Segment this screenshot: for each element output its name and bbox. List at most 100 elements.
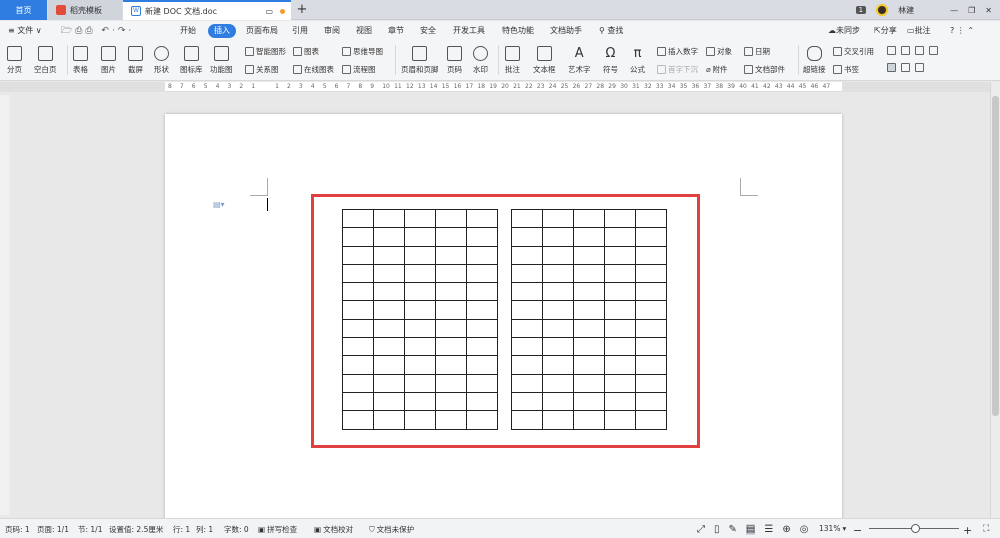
table-cell[interactable] [466, 391, 498, 412]
menu-doc-assistant[interactable]: 文档助手 [550, 24, 582, 38]
table-cell[interactable] [466, 300, 498, 320]
table-cell[interactable] [573, 373, 605, 393]
table-cell[interactable] [511, 263, 543, 284]
status-row[interactable]: 行: 1 [173, 524, 190, 535]
table-cell[interactable] [604, 391, 636, 412]
proofread-button[interactable]: ▣ 文档校对 [314, 524, 353, 535]
table-cell[interactable] [466, 337, 498, 357]
table-cell[interactable] [342, 263, 374, 284]
table-cell[interactable] [511, 410, 543, 430]
table-cell[interactable] [342, 300, 374, 320]
table-cell[interactable] [604, 373, 636, 393]
table-cell[interactable] [466, 208, 498, 229]
tab-document[interactable]: W 新建 DOC 文档.doc ▭ [123, 0, 291, 20]
status-setting[interactable]: 设置值: 2.5厘米 [109, 524, 163, 535]
table-cell[interactable] [435, 263, 467, 284]
shape-button[interactable]: 形状 [154, 46, 169, 75]
menu-features[interactable]: 特色功能 [502, 24, 534, 38]
tab-templates[interactable]: 稻壳模板 [48, 0, 122, 20]
table-cell[interactable] [635, 410, 667, 430]
status-page-count[interactable]: 页面: 1/1 [37, 524, 69, 535]
table-cell[interactable] [435, 227, 467, 247]
table-cell[interactable] [635, 208, 667, 229]
web-view-icon[interactable]: ⊕ [782, 524, 790, 535]
bookmark-button[interactable]: 书签 [833, 64, 859, 75]
table-cell[interactable] [604, 300, 636, 320]
table-cell[interactable] [635, 355, 667, 375]
picture-button[interactable]: 图片 [101, 46, 116, 75]
menu-insert[interactable]: 插入 [208, 24, 236, 38]
table-cell[interactable] [404, 300, 436, 320]
table-cell[interactable] [604, 208, 636, 229]
table-cell[interactable] [373, 227, 405, 247]
table-cell[interactable] [404, 337, 436, 357]
status-word-count[interactable]: 字数: 0 [224, 524, 249, 535]
table-cell[interactable] [373, 282, 405, 302]
table-cell[interactable] [604, 355, 636, 375]
table-cell[interactable] [435, 245, 467, 265]
table-cell[interactable] [373, 263, 405, 284]
fullscreen-icon[interactable]: ⤢ [697, 524, 705, 535]
table-cell[interactable] [573, 318, 605, 339]
table-cell[interactable] [466, 245, 498, 265]
table-cell[interactable] [573, 300, 605, 320]
table-cell[interactable] [373, 318, 405, 339]
table-cell[interactable] [511, 391, 543, 412]
minimize-icon[interactable]: — [950, 6, 958, 15]
table-cell[interactable] [542, 318, 574, 339]
table-cell[interactable] [373, 208, 405, 229]
share-button[interactable]: ⇱分享 [874, 24, 897, 38]
menu-chapter[interactable]: 章节 [388, 24, 404, 38]
table-cell[interactable] [635, 263, 667, 284]
zoom-slider-knob[interactable] [911, 524, 920, 533]
table-cell[interactable] [404, 355, 436, 375]
symbol-button[interactable]: Ω 符号 [603, 46, 618, 75]
table-cell[interactable] [342, 337, 374, 357]
table-cell[interactable] [604, 245, 636, 265]
table-cell[interactable] [635, 337, 667, 357]
table-cell[interactable] [542, 263, 574, 284]
table-cell[interactable] [373, 355, 405, 375]
attachment-button[interactable]: ⌀ 附件 [706, 64, 728, 75]
outline-view-icon[interactable]: ☰ [764, 524, 773, 535]
comment-button[interactable]: 批注 [505, 46, 520, 75]
table-cell[interactable] [511, 282, 543, 302]
table-cell[interactable] [573, 263, 605, 284]
table-cell[interactable] [435, 208, 467, 229]
menu-view[interactable]: 视图 [356, 24, 372, 38]
table-cell[interactable] [435, 391, 467, 412]
window-mode-icon[interactable]: ▭ [265, 7, 273, 16]
menu-security[interactable]: 安全 [420, 24, 436, 38]
close-icon[interactable]: ✕ [985, 6, 992, 15]
table-cell[interactable] [404, 227, 436, 247]
table-cell[interactable] [342, 355, 374, 375]
table-cell[interactable] [466, 282, 498, 302]
table-cell[interactable] [373, 373, 405, 393]
table-cell[interactable] [635, 373, 667, 393]
table-cell[interactable] [511, 300, 543, 320]
table-cell[interactable] [604, 263, 636, 284]
menu-references[interactable]: 引用 [292, 24, 308, 38]
table-cell[interactable] [573, 337, 605, 357]
table-cell[interactable] [511, 227, 543, 247]
table-cell[interactable] [373, 337, 405, 357]
table-cell[interactable] [573, 245, 605, 265]
word-art-button[interactable]: A 艺术字 [568, 46, 591, 75]
table-cell[interactable] [342, 208, 374, 229]
reading-view-icon[interactable]: ▯ [714, 524, 720, 535]
paragraph-options-icon[interactable]: ▤▾ [213, 200, 225, 209]
vertical-ruler[interactable] [0, 95, 10, 515]
status-col[interactable]: 列: 1 [196, 524, 213, 535]
text-wrap-icons[interactable] [887, 46, 938, 55]
user-name[interactable]: 林建 [898, 5, 914, 16]
page-break-button[interactable]: 分页 [7, 46, 22, 75]
drop-cap-button[interactable]: 首字下沉 [657, 64, 698, 75]
window-count-badge[interactable]: 1 [855, 6, 867, 14]
table-cell[interactable] [404, 282, 436, 302]
status-page-num[interactable]: 页码: 1 [5, 524, 30, 535]
table-cell[interactable] [435, 355, 467, 375]
doc-parts-button[interactable]: 文档部件 [744, 64, 785, 75]
table-cell[interactable] [404, 318, 436, 339]
table-cell[interactable] [604, 227, 636, 247]
table-cell[interactable] [604, 337, 636, 357]
